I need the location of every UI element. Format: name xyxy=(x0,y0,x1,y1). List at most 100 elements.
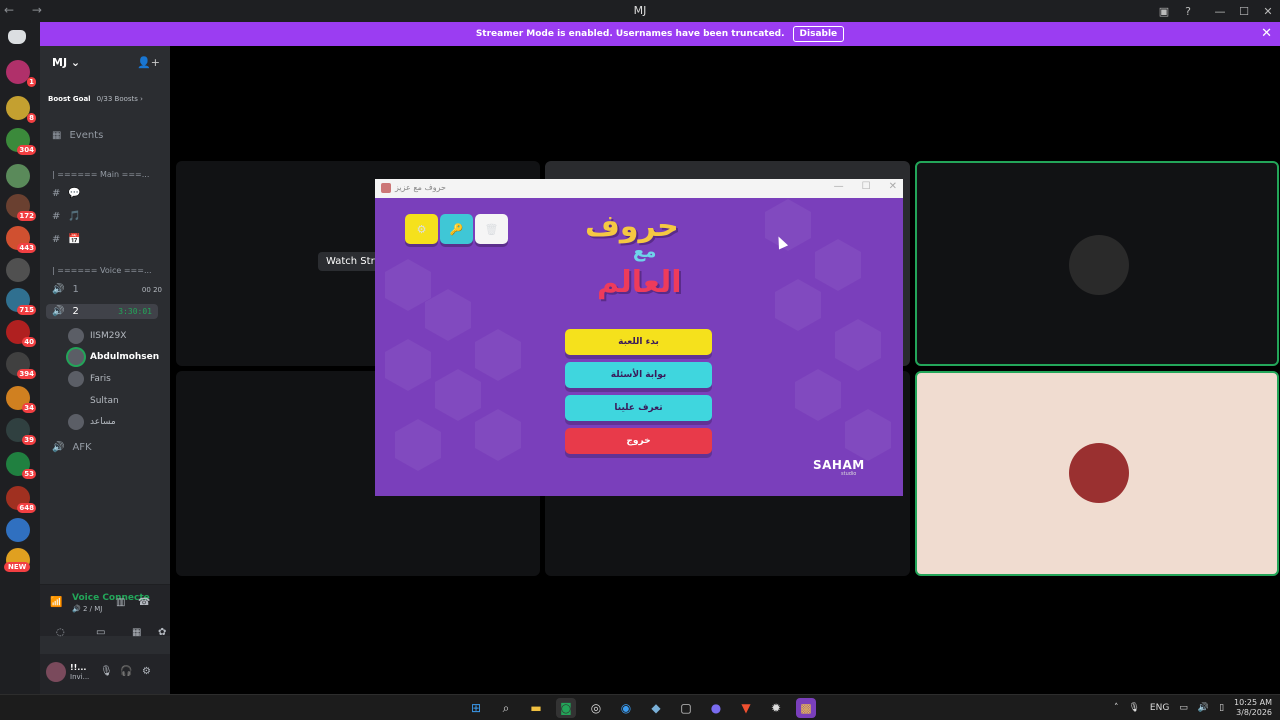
minimize-icon[interactable]: — xyxy=(834,181,844,192)
trash-button[interactable]: 🗑 xyxy=(475,214,508,244)
server-icon[interactable] xyxy=(6,164,30,188)
server-icon[interactable]: 34 xyxy=(6,386,36,413)
banner-close-icon[interactable]: ✕ xyxy=(1261,26,1272,41)
signal-icon: 📶 xyxy=(50,597,63,608)
battery-icon[interactable]: ▯ xyxy=(1219,703,1224,713)
game-app-icon[interactable]: ▩ xyxy=(796,698,816,718)
language-indicator[interactable]: ENG xyxy=(1150,703,1169,713)
headphones-icon[interactable]: 🎧 xyxy=(120,666,132,677)
avatar[interactable] xyxy=(46,662,66,682)
about-us-button[interactable]: تعرف علينا xyxy=(565,395,712,421)
voice-location: 🔊 2 / MJ xyxy=(72,605,103,613)
settings-button[interactable]: ⚙ xyxy=(405,214,438,244)
brave-icon[interactable]: ▼ xyxy=(736,698,756,718)
text-channel[interactable]: # 💬 xyxy=(52,188,81,199)
gear-icon[interactable]: ⚙ xyxy=(142,666,151,677)
inbox-icon[interactable]: ▣ xyxy=(1152,5,1176,18)
search-icon[interactable]: ⌕ xyxy=(496,698,516,718)
soundboard-icon[interactable]: ✿ xyxy=(158,627,166,638)
steam-icon[interactable]: ◎ xyxy=(586,698,606,718)
server-badge: 648 xyxy=(17,503,36,513)
window-title: MJ xyxy=(633,4,647,17)
microphone-icon[interactable]: 🎙 xyxy=(100,666,113,677)
maximize-icon[interactable]: ☐ xyxy=(862,181,871,192)
noise-suppression-icon[interactable]: ▥ xyxy=(116,597,125,608)
voice-user[interactable]: مساعد xyxy=(68,414,116,430)
hex-tile xyxy=(835,319,881,371)
activities-icon[interactable]: ▦ xyxy=(132,627,141,638)
server-icon[interactable] xyxy=(6,258,30,282)
server-badge: 40 xyxy=(22,337,36,347)
server-icon[interactable]: 394 xyxy=(6,352,36,379)
questions-portal-button[interactable]: بوابة الأسئلة xyxy=(565,362,712,388)
banner-text: Streamer Mode is enabled. Usernames have… xyxy=(475,29,785,39)
server-badge: 394 xyxy=(17,369,36,379)
server-icon[interactable] xyxy=(6,518,30,542)
speaker-icon: 🔊 xyxy=(52,442,65,453)
speaker-icon: 🔊 xyxy=(52,306,65,317)
server-icon[interactable]: 39 xyxy=(6,418,36,445)
channel-label: 1 xyxy=(72,284,79,295)
voice-user[interactable]: IISM29X xyxy=(68,328,126,344)
microphone-tray-icon[interactable]: 🎙 xyxy=(1128,703,1139,713)
minimize-button[interactable]: — xyxy=(1208,5,1232,18)
server-icon[interactable]: 715 xyxy=(6,288,36,315)
voice-user[interactable]: Sultan xyxy=(68,393,119,409)
text-channel[interactable]: # 📅 xyxy=(52,234,81,245)
add-user-icon[interactable]: 👤+ xyxy=(137,56,160,69)
server-icon[interactable]: 443 xyxy=(6,226,36,253)
clock[interactable]: 10:25 AM 3/8/2026 xyxy=(1234,698,1272,718)
voice-channel-1[interactable]: 🔊 1 00 20 xyxy=(52,284,162,295)
wifi-icon[interactable]: ▭ xyxy=(1179,703,1188,713)
server-icon[interactable]: 304 xyxy=(6,128,36,155)
discord-home-icon[interactable] xyxy=(8,30,26,44)
close-icon[interactable]: ✕ xyxy=(889,181,897,192)
user-tile[interactable] xyxy=(915,371,1279,576)
disable-button[interactable]: Disable xyxy=(792,26,845,42)
maximize-button[interactable]: ☐ xyxy=(1232,5,1256,18)
text-channel[interactable]: # 🎵 xyxy=(52,211,81,222)
steam-alt-icon[interactable]: ◆ xyxy=(646,698,666,718)
server-icon[interactable]: 8 xyxy=(6,96,36,123)
server-icon[interactable]: 172 xyxy=(6,194,36,221)
voice-connection-panel: 📶 Voice Connecte 🔊 2 / MJ ▥ ☎ ◌ ▭ ▦ ✿ xyxy=(40,584,170,638)
key-button[interactable]: 🔑 xyxy=(440,214,473,244)
file-explorer-icon[interactable]: ▬ xyxy=(526,698,546,718)
events-item[interactable]: ▦ Events xyxy=(52,130,103,141)
afk-channel[interactable]: 🔊 AFK xyxy=(52,442,92,453)
chat-icon[interactable]: ● xyxy=(706,698,726,718)
brand-logo: SAHAM xyxy=(813,458,865,472)
chevron-up-icon[interactable]: ˄ xyxy=(1114,703,1119,713)
camera-icon[interactable]: ◌ xyxy=(56,627,65,638)
voice-channel-2[interactable]: 🔊 2 3:30:01 xyxy=(46,304,158,319)
server-icon[interactable]: 40 xyxy=(6,320,36,347)
voice-user[interactable]: Abdulmohsen xyxy=(68,349,159,365)
close-button[interactable]: ✕ xyxy=(1256,5,1280,18)
server-icon[interactable]: 53 xyxy=(6,452,36,479)
server-icon[interactable]: 648 xyxy=(6,486,36,513)
exit-button[interactable]: خروج xyxy=(565,428,712,454)
boost-goal[interactable]: Boost Goal 0/33 Boosts › xyxy=(48,90,162,108)
hex-tile xyxy=(475,409,521,461)
start-game-button[interactable]: بدء اللعبة xyxy=(565,329,712,355)
channel-label: AFK xyxy=(72,442,92,453)
help-icon[interactable]: ? xyxy=(1176,5,1200,18)
hex-tile xyxy=(845,409,891,461)
avatar xyxy=(68,393,84,409)
category-voice[interactable]: | ====== Voice ===... xyxy=(52,266,152,275)
start-icon[interactable]: ⊞ xyxy=(466,698,486,718)
speaker-icon: 🔊 xyxy=(52,284,65,295)
disconnect-icon[interactable]: ☎ xyxy=(138,597,150,608)
settings-app-icon[interactable]: ✹ xyxy=(766,698,786,718)
server-name[interactable]: MJ ⌄ xyxy=(52,56,80,69)
user-name: !!... xyxy=(70,663,87,672)
epic-games-icon[interactable]: ▢ xyxy=(676,698,696,718)
voice-user[interactable]: Faris xyxy=(68,371,111,387)
screen-share-icon[interactable]: ▭ xyxy=(96,627,105,638)
category-main[interactable]: | ====== Main ===... xyxy=(52,170,149,179)
server-icon[interactable]: 1 xyxy=(6,60,36,87)
discord-icon[interactable]: ◙ xyxy=(556,698,576,718)
volume-icon[interactable]: 🔊 xyxy=(1198,703,1209,713)
user-tile[interactable] xyxy=(915,161,1279,366)
game-launcher-icon[interactable]: ◉ xyxy=(616,698,636,718)
